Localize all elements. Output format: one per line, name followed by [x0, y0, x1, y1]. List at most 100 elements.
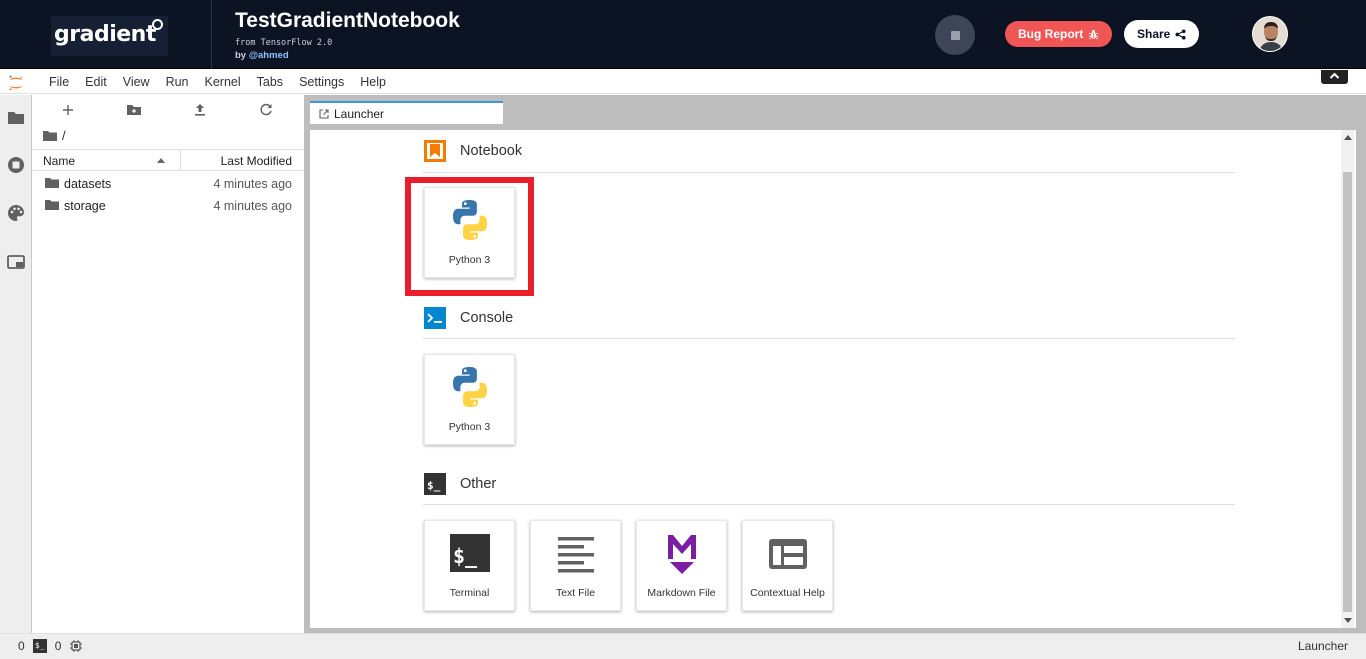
- chevron-up-icon: [1329, 72, 1340, 79]
- breadcrumb-root[interactable]: /: [62, 128, 66, 143]
- kernel-count[interactable]: 0: [18, 639, 25, 653]
- markdown-icon: [668, 535, 696, 574]
- scroll-down-icon[interactable]: [1344, 618, 1352, 623]
- svg-text:$_: $_: [453, 544, 478, 568]
- top-header: gradient TestGradientNotebook from Tenso…: [0, 0, 1366, 69]
- section-divider: [423, 172, 1235, 173]
- bug-report-button[interactable]: Bug Report: [1005, 21, 1113, 47]
- menu-tabs[interactable]: Tabs: [249, 70, 291, 94]
- user-avatar[interactable]: [1252, 16, 1288, 52]
- home-folder-icon[interactable]: [43, 130, 57, 142]
- scroll-up-icon[interactable]: [1344, 135, 1352, 140]
- menu-file[interactable]: File: [41, 70, 77, 94]
- section-divider: [423, 504, 1235, 505]
- share-label: Share: [1137, 27, 1171, 41]
- terminal-card[interactable]: $_ Terminal: [424, 520, 515, 611]
- markdown-file-card[interactable]: Markdown File: [636, 520, 727, 611]
- author-link[interactable]: @ahmed: [249, 50, 289, 61]
- notebook-section-icon: [424, 140, 446, 162]
- file-modified: 4 minutes ago: [213, 199, 292, 213]
- svg-text:$_: $_: [427, 479, 441, 492]
- file-modified: 4 minutes ago: [213, 177, 292, 191]
- menu-run[interactable]: Run: [158, 70, 197, 94]
- card-label: Text File: [555, 587, 596, 599]
- menu-settings[interactable]: Settings: [291, 70, 352, 94]
- launcher-scrollbar[interactable]: [1341, 130, 1354, 628]
- terminal-count[interactable]: 0: [55, 639, 62, 653]
- menu-help[interactable]: Help: [352, 70, 394, 94]
- contextual-help-card[interactable]: Contextual Help: [742, 520, 833, 611]
- scrollbar-thumb[interactable]: [1343, 172, 1352, 612]
- tab-label: Launcher: [334, 106, 385, 121]
- file-list-header: Name Last Modified: [33, 149, 303, 171]
- header-divider: [211, 0, 212, 69]
- gradient-logo[interactable]: gradient: [51, 16, 168, 56]
- refresh-icon[interactable]: [258, 102, 274, 118]
- notebook-author: by @ahmed: [235, 50, 289, 61]
- status-mode: Launcher: [1297, 639, 1348, 653]
- folder-icon: [45, 200, 59, 210]
- tabs-panel-icon[interactable]: [7, 253, 25, 271]
- running-sessions-icon[interactable]: [7, 156, 25, 174]
- notebook-subtitle: from TensorFlow 2.0: [235, 38, 333, 48]
- kernel-status-icon[interactable]: [69, 639, 83, 653]
- palette-icon[interactable]: [7, 204, 25, 222]
- menu-bar: File Edit View Run Kernel Tabs Settings …: [0, 70, 1366, 94]
- bug-report-label: Bug Report: [1018, 27, 1084, 41]
- share-icon: [1175, 28, 1186, 40]
- file-browser: / Name Last Modified datasets 4 minutes …: [33, 95, 303, 633]
- share-button[interactable]: Share: [1124, 20, 1200, 48]
- console-python3-card[interactable]: Python 3: [424, 354, 515, 445]
- author-prefix: by: [235, 50, 249, 61]
- card-label: Contextual Help: [750, 587, 825, 599]
- menu-items: File Edit View Run Kernel Tabs Settings …: [41, 70, 394, 94]
- card-label: Terminal: [449, 587, 490, 599]
- text-file-icon: [558, 537, 594, 573]
- card-label: Markdown File: [647, 587, 716, 599]
- file-row-datasets[interactable]: datasets 4 minutes ago: [33, 173, 303, 195]
- collapse-header-button[interactable]: [1321, 70, 1348, 84]
- contextual-help-icon: [769, 539, 807, 569]
- section-title-console: Console: [460, 310, 514, 326]
- sort-ascending-icon: [157, 158, 165, 163]
- terminal-status-icon: $_: [32, 639, 47, 653]
- main-tab-bar: Launcher: [304, 95, 1366, 124]
- notebook-python3-card[interactable]: Python 3: [424, 187, 515, 278]
- console-section-icon: [424, 307, 446, 329]
- stop-notebook-button[interactable]: [935, 15, 975, 55]
- jupyter-logo-icon: [9, 75, 23, 91]
- section-divider: [423, 338, 1235, 339]
- logo-text: gradient: [54, 22, 156, 47]
- text-file-card[interactable]: Text File: [530, 520, 621, 611]
- stop-icon: [951, 31, 960, 40]
- status-left: 0 $_ 0: [18, 639, 83, 653]
- column-divider[interactable]: [180, 150, 181, 171]
- menu-view[interactable]: View: [115, 70, 158, 94]
- card-label: Python 3: [448, 254, 491, 266]
- new-launcher-icon[interactable]: [60, 102, 76, 118]
- file-name: storage: [64, 199, 106, 213]
- tab-launcher[interactable]: Launcher: [310, 101, 503, 124]
- other-section-icon: $_: [424, 473, 446, 495]
- section-title-notebook: Notebook: [460, 143, 523, 159]
- logo-dot-icon: [152, 19, 163, 30]
- card-label: Python 3: [448, 421, 491, 433]
- folder-icon: [45, 178, 59, 188]
- upload-icon[interactable]: [192, 102, 208, 118]
- file-row-storage[interactable]: storage 4 minutes ago: [33, 195, 303, 217]
- menu-edit[interactable]: Edit: [77, 70, 115, 94]
- launcher-panel: Notebook Python 3 Console Python 3 $_ Ot…: [310, 130, 1356, 628]
- terminal-icon: $_: [450, 534, 490, 572]
- column-name[interactable]: Name: [43, 154, 75, 168]
- launch-icon: [319, 108, 329, 119]
- avatar-person-icon: [1253, 17, 1287, 51]
- file-name: datasets: [64, 177, 112, 191]
- bug-icon: [1089, 29, 1099, 39]
- column-last-modified[interactable]: Last Modified: [221, 154, 292, 168]
- breadcrumb: /: [43, 128, 66, 143]
- folder-icon[interactable]: [7, 109, 25, 127]
- menu-kernel[interactable]: Kernel: [197, 70, 249, 94]
- new-folder-icon[interactable]: [126, 102, 142, 118]
- section-title-other: Other: [460, 476, 497, 492]
- python-logo-icon: [453, 200, 487, 240]
